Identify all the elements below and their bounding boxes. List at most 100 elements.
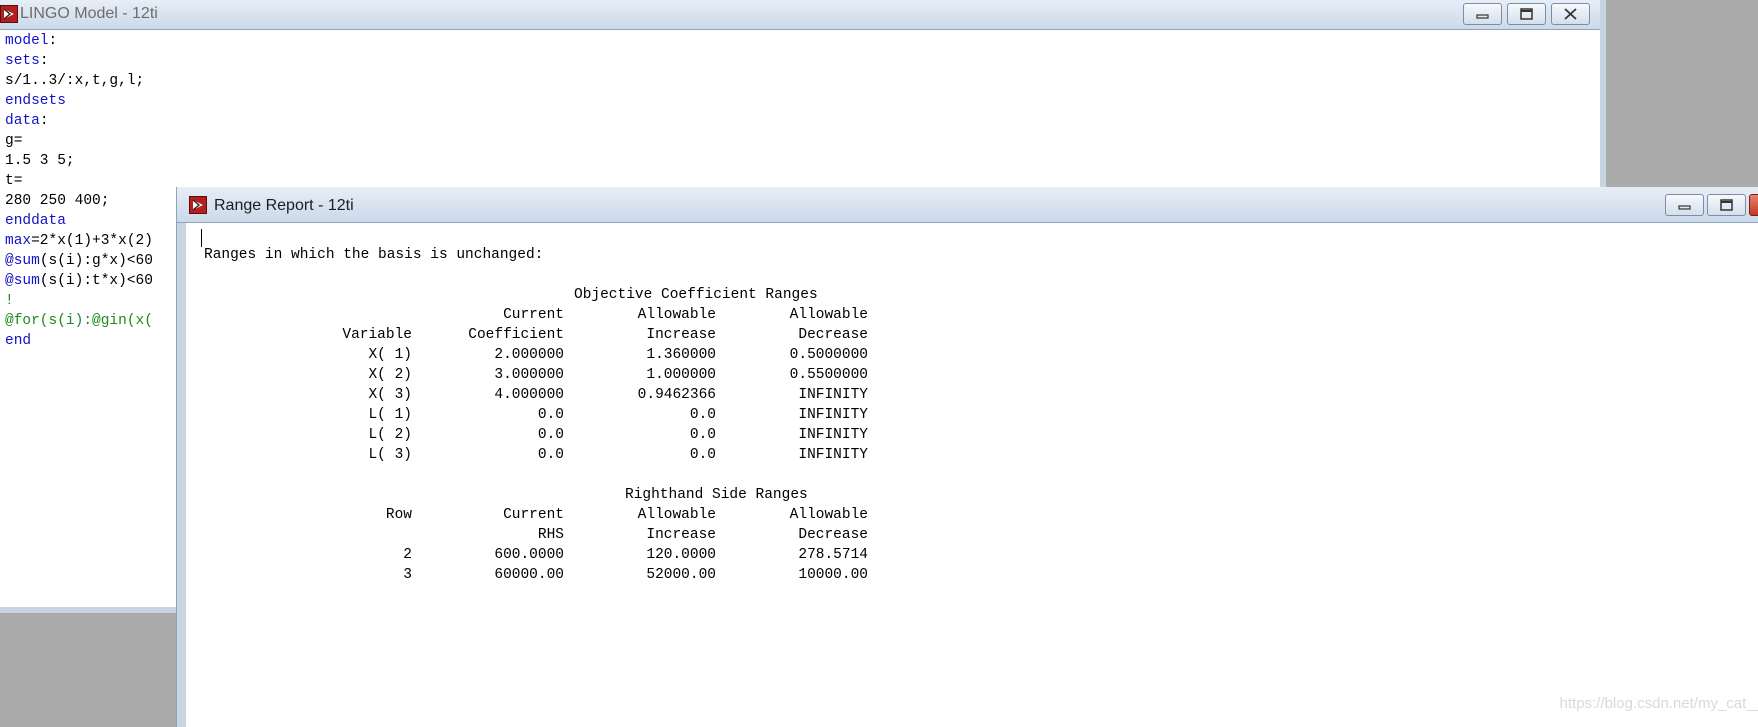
table-cell: INFINITY xyxy=(798,427,868,443)
report-intro: Ranges in which the basis is unchanged: xyxy=(204,247,544,263)
maximize-icon[interactable] xyxy=(1507,3,1546,25)
table-cell: 278.5714 xyxy=(798,547,868,563)
code-line: @sum(s(i):t*x)<60 xyxy=(5,271,153,291)
code-token: @for(s(i):@gin(x( xyxy=(5,313,153,329)
code-token: endsets xyxy=(5,93,66,109)
code-line: 280 250 400; xyxy=(5,191,153,211)
code-line: g= xyxy=(5,131,153,151)
table-cell: 1.000000 xyxy=(646,367,716,383)
table-cell: Increase xyxy=(646,527,716,543)
maximize-icon[interactable] xyxy=(1707,194,1746,216)
code-token: : xyxy=(39,113,49,129)
table-row: X( 2) 3.000000 1.000000 0.5500000 xyxy=(204,365,868,385)
code-line: endsets xyxy=(5,91,153,111)
code-token: 280 250 400; xyxy=(5,193,110,209)
report-title-bar[interactable]: Range Report - 12ti xyxy=(177,187,1758,223)
table-cell: 0.9462366 xyxy=(637,387,716,403)
code-token: @sum xyxy=(5,273,40,289)
table-cell: Allowable xyxy=(637,507,716,523)
table-cell: 1.360000 xyxy=(646,347,716,363)
lingo-app-icon[interactable] xyxy=(0,5,18,23)
table-cell: L( 1) xyxy=(368,407,412,423)
minimize-icon[interactable] xyxy=(1665,194,1704,216)
table-cell: X( 3) xyxy=(368,387,412,403)
close-icon[interactable] xyxy=(1749,194,1758,216)
table-cell: 0.5500000 xyxy=(789,367,868,383)
header-row: Current Allowable Allowable xyxy=(204,305,868,325)
table-cell: 0.0 xyxy=(537,407,564,423)
minimize-icon[interactable] xyxy=(1463,3,1502,25)
table-cell: Coefficient xyxy=(468,327,564,343)
code-token: (s(i):t*x)<60 xyxy=(39,273,153,289)
table-cell: 3.000000 xyxy=(494,367,564,383)
report-window-title: Range Report - 12ti xyxy=(214,197,354,214)
objective-heading: Objective Coefficient Ranges xyxy=(574,287,818,303)
table-cell: 0.0 xyxy=(537,427,564,443)
table-cell: RHS xyxy=(537,527,564,543)
code-token: model xyxy=(5,33,49,49)
code-token: sets xyxy=(5,53,40,69)
table-cell: X( 1) xyxy=(368,347,412,363)
table-cell: 60000.00 xyxy=(494,567,564,583)
code-line: t= xyxy=(5,171,153,191)
watermark-text: https://blog.csdn.net/my_cat__ xyxy=(1559,695,1758,712)
table-cell: 2.000000 xyxy=(494,347,564,363)
code-token: enddata xyxy=(5,213,66,229)
table-cell: Decrease xyxy=(798,327,868,343)
table-cell: 52000.00 xyxy=(646,567,716,583)
table-row: X( 3) 4.000000 0.9462366 INFINITY xyxy=(204,385,868,405)
header-row: RHS Increase Decrease xyxy=(204,525,868,545)
code-token: : xyxy=(39,53,49,69)
code-token: s/1..3/:x,t,g,l; xyxy=(5,73,145,89)
lingo-app-icon[interactable] xyxy=(189,196,207,214)
code-line: ! xyxy=(5,291,153,311)
code-token: @sum xyxy=(5,253,40,269)
model-title-bar[interactable]: LINGO Model - 12ti xyxy=(0,0,1600,30)
code-line: enddata xyxy=(5,211,153,231)
text-cursor xyxy=(201,229,202,247)
rhs-heading: Righthand Side Ranges xyxy=(625,487,808,503)
code-token: t= xyxy=(5,173,23,189)
table-row: 3 60000.00 52000.00 10000.00 xyxy=(204,565,868,585)
code-line: 1.5 3 5; xyxy=(5,151,153,171)
table-cell: 0.0 xyxy=(689,427,716,443)
table-cell: Variable xyxy=(342,327,412,343)
code-token: data xyxy=(5,113,40,129)
table-cell: 3 xyxy=(403,567,412,583)
table-cell: Decrease xyxy=(798,527,868,543)
table-cell: Allowable xyxy=(637,307,716,323)
code-line: max=2*x(1)+3*x(2) xyxy=(5,231,153,251)
table-row: 2 600.0000 120.0000 278.5714 xyxy=(204,545,868,565)
table-cell: INFINITY xyxy=(798,407,868,423)
code-line: data: xyxy=(5,111,153,131)
code-line: @sum(s(i):g*x)<60 xyxy=(5,251,153,271)
table-cell: 0.0 xyxy=(537,447,564,463)
code-token: : xyxy=(48,33,58,49)
close-icon[interactable] xyxy=(1551,3,1590,25)
code-line: s/1..3/:x,t,g,l; xyxy=(5,71,153,91)
code-token: 1.5 3 5; xyxy=(5,153,75,169)
table-cell: 120.0000 xyxy=(646,547,716,563)
table-cell: 0.0 xyxy=(689,447,716,463)
table-row: X( 1) 2.000000 1.360000 0.5000000 xyxy=(204,345,868,365)
code-token: max xyxy=(5,233,32,249)
table-cell: 600.0000 xyxy=(494,547,564,563)
range-report-text[interactable]: Ranges in which the basis is unchanged: … xyxy=(204,245,868,585)
table-row: L( 3) 0.0 0.0 INFINITY xyxy=(204,445,868,465)
objective-ranges-table: Current Allowable Allowable Variable Coeffic… xyxy=(204,305,868,465)
table-cell: Row xyxy=(385,507,412,523)
code-token: ! xyxy=(5,293,14,309)
table-cell: 4.000000 xyxy=(494,387,564,403)
table-cell: INFINITY xyxy=(798,447,868,463)
table-row: L( 2) 0.0 0.0 INFINITY xyxy=(204,425,868,445)
rhs-ranges-table: Row Current Allowable Allowable RHS Increase D… xyxy=(204,505,868,585)
code-line: @for(s(i):@gin(x( xyxy=(5,311,153,331)
range-report-window[interactable]: Range Report - 12ti Ranges in which the … xyxy=(177,187,1758,727)
model-code-editor[interactable]: model: sets: s/1..3/:x,t,g,l; endsets data: g… xyxy=(5,31,153,351)
header-row: Variable Coefficient Increase Decrease xyxy=(204,325,868,345)
code-line: end xyxy=(5,331,153,351)
code-token: (s(i):g*x)<60 xyxy=(39,253,153,269)
table-cell: L( 2) xyxy=(368,427,412,443)
table-cell: 2 xyxy=(403,547,412,563)
code-token: =2*x(1)+3*x(2) xyxy=(31,233,153,249)
